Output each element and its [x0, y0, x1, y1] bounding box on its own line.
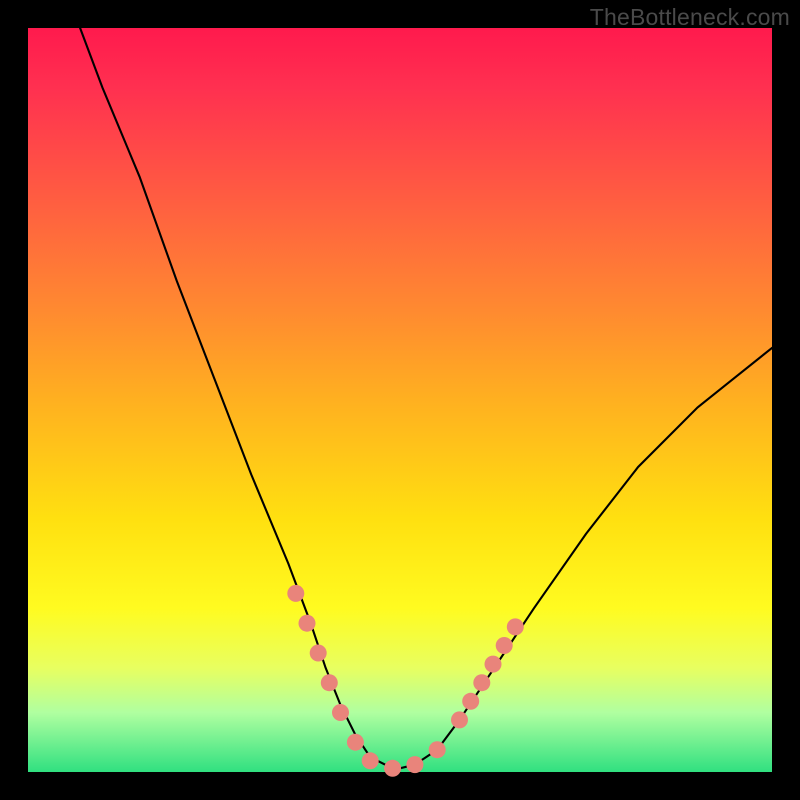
marker-dot	[321, 674, 338, 691]
marker-dot	[299, 615, 316, 632]
watermark-text: TheBottleneck.com	[590, 4, 790, 31]
marker-dot	[451, 711, 468, 728]
marker-dot	[485, 656, 502, 673]
marker-dot	[384, 760, 401, 777]
curve-layer	[28, 28, 772, 772]
marker-dot	[362, 752, 379, 769]
marker-dot	[462, 693, 479, 710]
marker-dot	[406, 756, 423, 773]
marker-dot	[332, 704, 349, 721]
curve-markers	[287, 585, 524, 777]
marker-dot	[287, 585, 304, 602]
marker-dot	[429, 741, 446, 758]
marker-dot	[507, 618, 524, 635]
marker-dot	[347, 734, 364, 751]
bottleneck-curve	[80, 28, 772, 768]
chart-frame: TheBottleneck.com	[0, 0, 800, 800]
marker-dot	[496, 637, 513, 654]
plot-area	[28, 28, 772, 772]
marker-dot	[473, 674, 490, 691]
marker-dot	[310, 645, 327, 662]
